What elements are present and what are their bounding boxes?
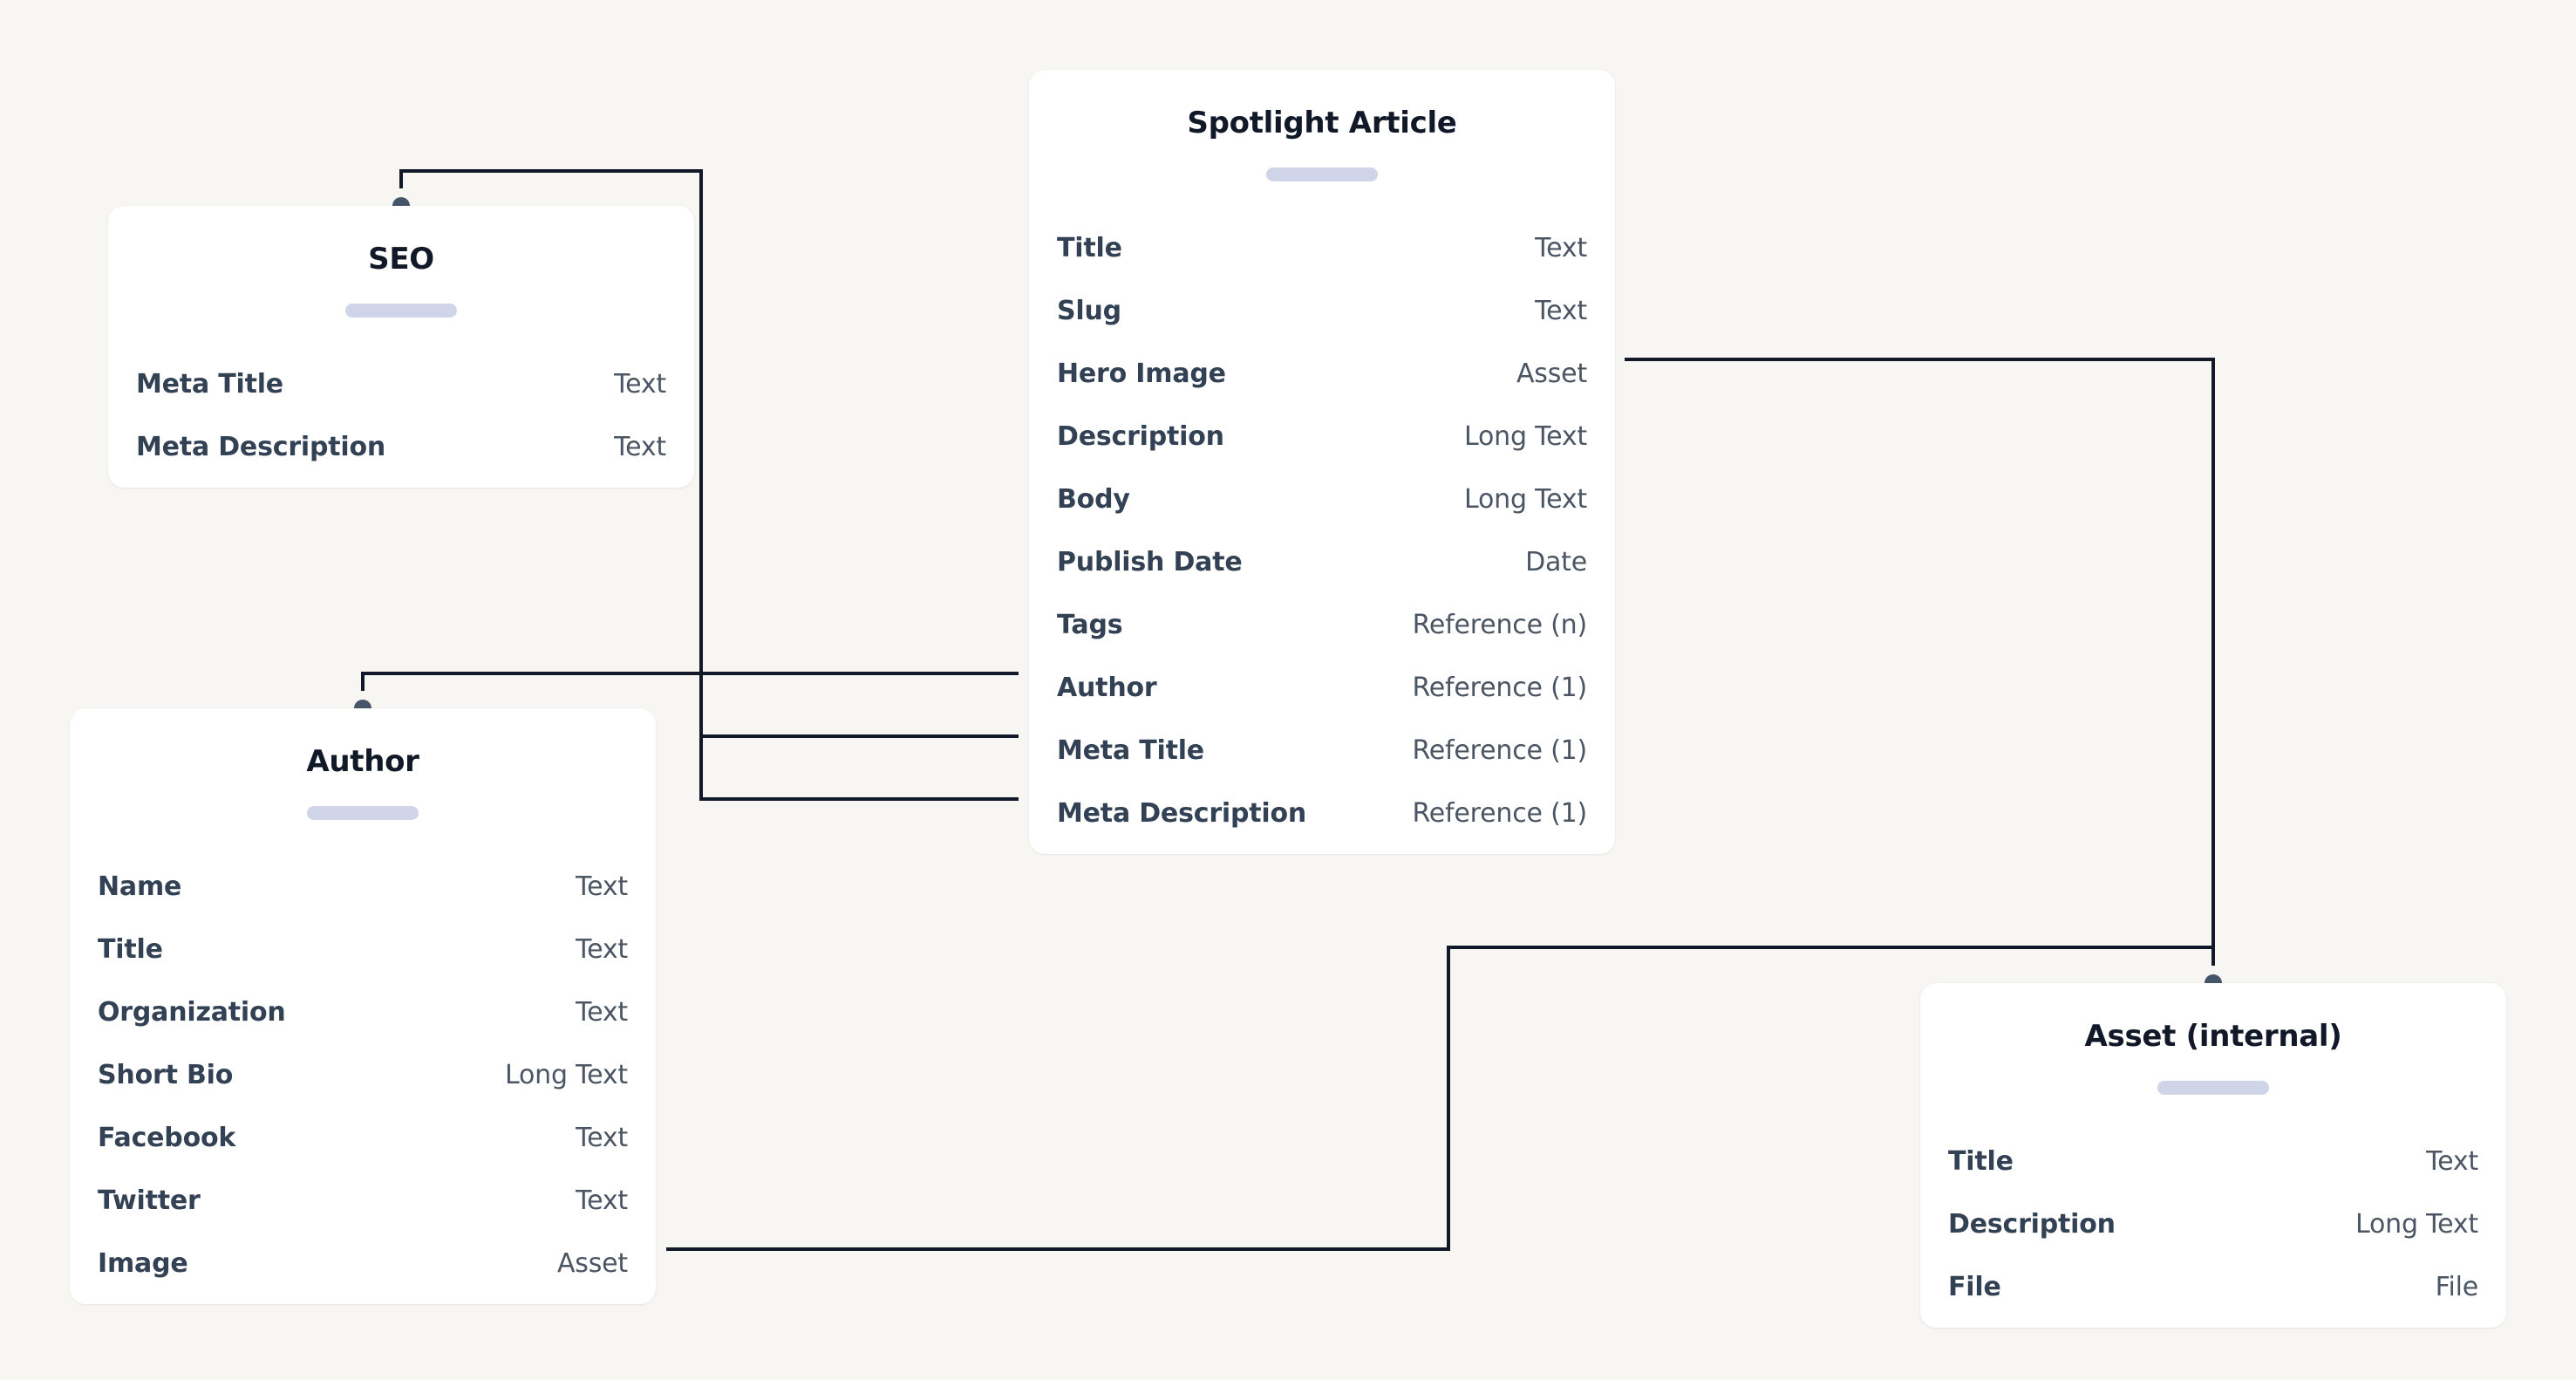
model-title: Asset (internal): [2084, 1019, 2342, 1054]
field-name: Author: [1057, 672, 1157, 703]
field-row[interactable]: Meta Description Reference (1): [1057, 782, 1587, 844]
field-name: Title: [98, 933, 163, 965]
field-type: Text: [576, 933, 628, 965]
field-name: Body: [1057, 483, 1130, 515]
model-card-author[interactable]: Author Name Text Title Text Organization Text…: [70, 708, 656, 1304]
field-row[interactable]: Facebook Text: [98, 1106, 628, 1169]
field-type: Text: [614, 431, 666, 462]
model-title: Author: [306, 744, 419, 779]
field-type: Long Text: [1463, 420, 1587, 452]
field-name: Hero Image: [1057, 358, 1226, 389]
field-row[interactable]: Short Bio Long Text: [98, 1043, 628, 1106]
connector-hero-image-to-asset[interactable]: [1625, 358, 2215, 966]
field-row[interactable]: Description Long Text: [1057, 405, 1587, 468]
field-name: Title: [1057, 232, 1122, 263]
field-type: Long Text: [2355, 1208, 2478, 1240]
field-row[interactable]: Body Long Text: [1057, 468, 1587, 530]
field-type: Text: [576, 1185, 628, 1216]
field-list: Name Text Title Text Organization Text Short B…: [98, 855, 628, 1295]
field-name: Description: [1057, 420, 1224, 452]
field-name: Title: [1948, 1145, 2014, 1177]
field-list: Title Text Description Long Text File File: [1948, 1130, 2478, 1318]
field-name: Meta Title: [1057, 734, 1204, 766]
field-type: Asset: [1516, 358, 1587, 389]
field-name: Publish Date: [1057, 546, 1243, 577]
field-name: Twitter: [98, 1185, 201, 1216]
field-type: Text: [576, 996, 628, 1028]
field-name: Meta Description: [136, 431, 386, 462]
field-type: Asset: [556, 1247, 628, 1279]
field-name: File: [1948, 1271, 2001, 1302]
asset-anchor-dot[interactable]: [2205, 974, 2222, 983]
field-type: Text: [1535, 295, 1587, 326]
model-card-spotlight-article[interactable]: Spotlight Article Title Text Slug Text Hero …: [1029, 70, 1615, 854]
field-row[interactable]: Tags Reference (n): [1057, 593, 1587, 656]
field-row[interactable]: Name Text: [98, 855, 628, 918]
field-type: Date: [1525, 546, 1587, 577]
field-row[interactable]: Twitter Text: [98, 1169, 628, 1232]
field-type: Text: [2426, 1145, 2478, 1177]
field-type: Reference (1): [1412, 734, 1587, 766]
author-anchor-dot[interactable]: [354, 700, 371, 708]
field-type: Long Text: [504, 1059, 628, 1090]
field-name: Description: [1948, 1208, 2116, 1240]
field-row[interactable]: Meta Description Text: [136, 415, 666, 478]
field-type: Reference (n): [1412, 609, 1588, 640]
field-name: Organization: [98, 996, 286, 1028]
field-name: Facebook: [98, 1122, 236, 1153]
field-row[interactable]: Author Reference (1): [1057, 656, 1587, 719]
connector-meta-description-to-seo[interactable]: [699, 736, 1019, 801]
field-list: Meta Title Text Meta Description Text: [136, 352, 666, 478]
field-name: Meta Title: [136, 368, 283, 400]
field-name: Short Bio: [98, 1059, 234, 1090]
model-card-seo[interactable]: SEO Meta Title Text Meta Description Text: [108, 206, 694, 488]
field-type: Text: [614, 368, 666, 400]
seo-anchor-dot[interactable]: [392, 197, 410, 206]
field-name: Tags: [1057, 609, 1123, 640]
field-row[interactable]: Hero Image Asset: [1057, 342, 1587, 405]
field-row[interactable]: Slug Text: [1057, 279, 1587, 342]
field-row[interactable]: Publish Date Date: [1057, 530, 1587, 593]
model-card-asset-internal[interactable]: Asset (internal) Title Text Description Lon…: [1920, 983, 2506, 1328]
field-row[interactable]: Title Text: [1948, 1130, 2478, 1192]
field-row[interactable]: File File: [1948, 1255, 2478, 1318]
field-type: Reference (1): [1412, 797, 1587, 829]
field-type: Long Text: [1463, 483, 1587, 515]
field-row[interactable]: Title Text: [1057, 216, 1587, 279]
field-name: Name: [98, 871, 182, 902]
field-type: Reference (1): [1412, 672, 1587, 703]
field-row[interactable]: Organization Text: [98, 980, 628, 1043]
field-list: Title Text Slug Text Hero Image Asset Descript…: [1057, 216, 1587, 844]
field-name: Image: [98, 1247, 188, 1279]
field-row[interactable]: Meta Title Reference (1): [1057, 719, 1587, 782]
field-row[interactable]: Title Text: [98, 918, 628, 980]
field-row[interactable]: Description Long Text: [1948, 1192, 2478, 1255]
field-row[interactable]: Meta Title Text: [136, 352, 666, 415]
field-type: Text: [576, 1122, 628, 1153]
model-title: Spotlight Article: [1187, 106, 1457, 140]
field-type: Text: [1535, 232, 1587, 263]
field-row[interactable]: Image Asset: [98, 1232, 628, 1295]
connector-author-to-author[interactable]: [361, 672, 1019, 691]
field-type: File: [2435, 1271, 2479, 1302]
field-name: Slug: [1057, 295, 1121, 326]
field-type: Text: [576, 871, 628, 902]
model-title: SEO: [368, 242, 434, 277]
field-name: Meta Description: [1057, 797, 1307, 829]
